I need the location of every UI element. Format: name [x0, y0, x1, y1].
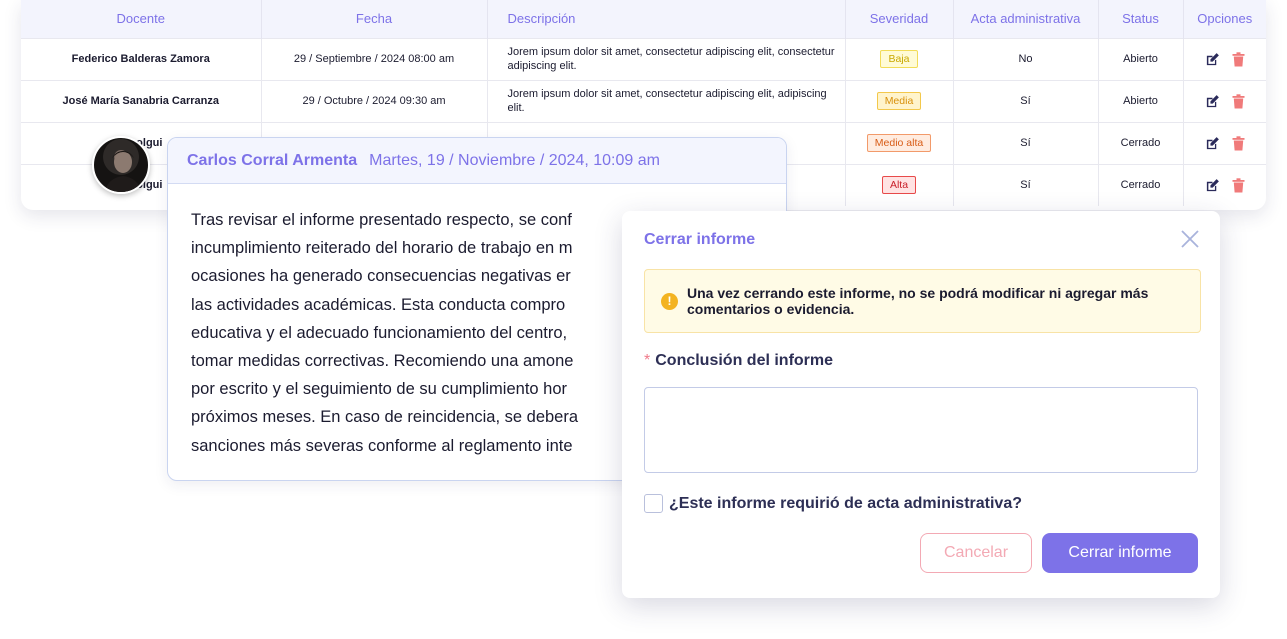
- edit-icon[interactable]: [1205, 94, 1220, 109]
- warning-icon: !: [661, 292, 678, 310]
- warning-alert: ! Una vez cerrando este informe, no se p…: [644, 269, 1201, 333]
- descripcion-cell: Jorem ipsum dolor sit amet, consectetur …: [487, 37, 846, 80]
- comment-date: Martes, 19 / Noviembre / 2024, 10:09 am: [369, 151, 660, 169]
- severity-badge: Alta: [881, 176, 917, 195]
- severity-badge: Medio alta: [866, 134, 932, 152]
- delete-icon[interactable]: [1232, 93, 1245, 109]
- severidad-cell: Medio alta: [845, 121, 954, 164]
- delete-icon[interactable]: [1232, 178, 1245, 193]
- column-header-descripcion: Descripción: [487, 0, 846, 38]
- column-header-opciones: Opciones: [1183, 0, 1266, 38]
- acta-cell: Sí: [953, 163, 1099, 206]
- column-header-docente: Docente: [21, 0, 262, 38]
- descripcion-cell: Jorem ipsum dolor sit amet, consectetur …: [487, 79, 846, 122]
- close-report-button[interactable]: Cerrar informe: [1042, 533, 1198, 573]
- comment-header: Carlos Corral Armenta Martes, 19 / Novie…: [168, 138, 786, 184]
- alert-line: comentarios o evidencia.: [687, 301, 855, 317]
- options-cell: [1183, 121, 1266, 164]
- options-cell: [1183, 79, 1266, 122]
- status-cell: Cerrado: [1098, 121, 1184, 164]
- delete-icon[interactable]: [1232, 135, 1245, 151]
- cancel-button[interactable]: Cancelar: [920, 533, 1032, 573]
- conclusion-textarea[interactable]: [644, 387, 1198, 473]
- fecha-cell: 29 / Octubre / 2024 09:30 am: [261, 79, 488, 122]
- docente-cell: Federico Balderas Zamora: [21, 37, 262, 80]
- edit-icon[interactable]: [1205, 178, 1220, 193]
- options-cell: [1183, 37, 1266, 80]
- alert-text: Una vez cerrando este informe, no se pod…: [687, 285, 1148, 317]
- column-header-acta: Acta administrativa: [953, 0, 1099, 38]
- acta-cell: Sí: [953, 79, 1099, 122]
- fecha-cell: 29 / Septiembre / 2024 08:00 am: [261, 37, 488, 80]
- table-header-row: Docente Fecha Descripción Severidad Acta…: [21, 0, 1266, 38]
- column-header-status: Status: [1098, 0, 1184, 38]
- docente-cell: José María Sanabria Carranza: [21, 79, 262, 122]
- comment-author: Carlos Corral Armenta: [187, 151, 358, 169]
- alert-line: Una vez cerrando este informe, no se pod…: [687, 285, 1149, 301]
- acta-checkbox-label[interactable]: ¿Este informe requirió de acta administr…: [669, 495, 1022, 513]
- edit-icon[interactable]: [1205, 136, 1220, 151]
- column-header-severidad: Severidad: [845, 0, 954, 38]
- acta-checkbox[interactable]: [644, 494, 663, 513]
- severity-badge: Baja: [880, 50, 918, 68]
- severity-badge: Media: [876, 92, 922, 110]
- avatar: [92, 136, 150, 194]
- status-cell: Abierto: [1098, 79, 1184, 122]
- close-icon[interactable]: [1180, 229, 1200, 254]
- severidad-cell: Alta: [845, 163, 954, 206]
- conclusion-label: * Conclusión del informe: [644, 352, 833, 370]
- acta-cell: No: [953, 37, 1099, 80]
- required-mark: *: [644, 352, 651, 369]
- status-cell: Abierto: [1098, 37, 1184, 80]
- severidad-cell: Baja: [845, 37, 954, 80]
- column-header-fecha: Fecha: [261, 0, 488, 38]
- acta-cell: Sí: [953, 121, 1099, 164]
- status-cell: Cerrado: [1098, 163, 1184, 206]
- edit-icon[interactable]: [1205, 52, 1220, 67]
- modal-title: Cerrar informe: [644, 231, 756, 248]
- acta-checkbox-row: ¿Este informe requirió de acta administr…: [644, 494, 1022, 513]
- delete-icon[interactable]: [1232, 51, 1245, 67]
- severidad-cell: Media: [845, 79, 954, 122]
- table-row: Federico Balderas Zamora 29 / Septiembre…: [21, 37, 1266, 80]
- options-cell: [1183, 163, 1266, 206]
- close-report-modal: Cerrar informe ! Una vez cerrando este i…: [622, 211, 1220, 598]
- table-row: José María Sanabria Carranza 29 / Octubr…: [21, 79, 1266, 122]
- conclusion-label-text: Conclusión del informe: [655, 352, 834, 369]
